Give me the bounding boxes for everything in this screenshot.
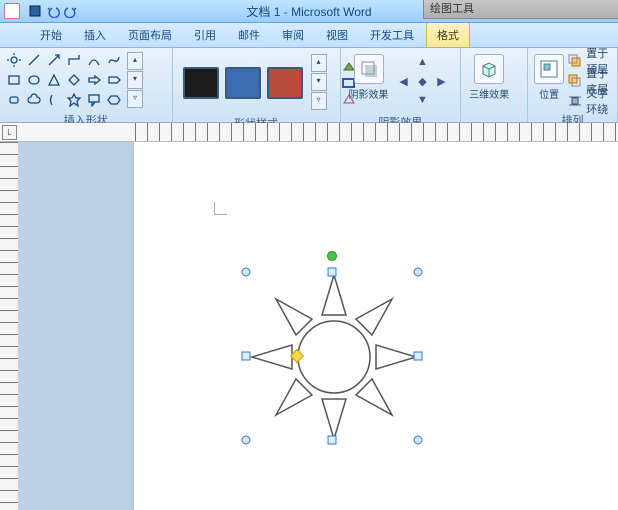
ribbon: ▴ ▾ ▿ 插入形状 ▴ ▾ ▿ <box>0 48 618 123</box>
tab-page-layout[interactable]: 页面布局 <box>118 23 182 47</box>
text-wrap-icon <box>568 94 582 108</box>
app-name: Microsoft Word <box>291 5 371 19</box>
selection-handle-e[interactable] <box>414 352 423 361</box>
undo-icon[interactable] <box>46 4 60 18</box>
style-swatch-blue[interactable] <box>225 67 261 99</box>
shape-star-icon[interactable] <box>66 92 82 108</box>
tab-home[interactable]: 开始 <box>30 23 72 47</box>
selection-handle-nw[interactable] <box>242 268 251 277</box>
selection-handle-n[interactable] <box>328 268 337 277</box>
group-arrange: 位置 置于顶层 置于底层 文字环绕 排列 <box>528 48 618 122</box>
style-swatch-black[interactable] <box>183 67 219 99</box>
position-icon <box>534 54 564 84</box>
ribbon-context-tab-label: 绘图工具 <box>423 0 618 19</box>
rotation-handle[interactable] <box>327 251 337 261</box>
shape-gallery[interactable]: ▴ ▾ ▿ <box>6 52 143 110</box>
shape-triangle-icon[interactable] <box>46 72 62 88</box>
selection-handle-s[interactable] <box>328 436 337 445</box>
tab-mailings[interactable]: 邮件 <box>228 23 270 47</box>
shape-freeform-icon[interactable] <box>106 52 122 68</box>
shape-line-icon[interactable] <box>26 52 42 68</box>
shape-sun-icon[interactable] <box>6 52 22 68</box>
group-shadow-effects: 阴影效果 ▲ ◀ ◆ ▶ ▼ 阴影效果 <box>341 48 462 122</box>
nudge-shadow-down-icon[interactable]: ▼ <box>414 94 432 112</box>
nudge-shadow-left-icon[interactable]: ◀ <box>395 75 413 93</box>
doc-name: 文档 1 <box>246 5 280 19</box>
shape-sun[interactable] <box>234 257 434 457</box>
shape-arrow-icon[interactable] <box>46 52 62 68</box>
shadow-toggle-icon[interactable]: ◆ <box>414 75 432 93</box>
bring-front-icon <box>568 54 582 68</box>
gallery-scroll-up-icon[interactable]: ▴ <box>127 52 143 70</box>
gallery-expand-icon[interactable]: ▿ <box>127 90 143 108</box>
ruler-vertical[interactable] <box>0 142 19 510</box>
shape-curve-icon[interactable] <box>86 52 102 68</box>
shape-elbow-icon[interactable] <box>66 52 82 68</box>
ruler-horizontal[interactable]: L <box>0 123 618 142</box>
send-back-icon <box>568 74 582 88</box>
shape-rect-icon[interactable] <box>6 72 22 88</box>
shadow-icon <box>354 54 384 84</box>
shape-pentagon-icon[interactable] <box>106 72 122 88</box>
shape-hexagon-icon[interactable] <box>106 92 122 108</box>
shape-flowchart-icon[interactable] <box>6 92 22 108</box>
tab-view[interactable]: 视图 <box>316 23 358 47</box>
shape-diamond-icon[interactable] <box>66 72 82 88</box>
styles-expand-icon[interactable]: ▿ <box>311 92 327 110</box>
shape-bracket-icon[interactable] <box>46 92 62 108</box>
text-wrap-button[interactable]: 文字环绕 <box>568 92 611 110</box>
tab-insert[interactable]: 插入 <box>74 23 116 47</box>
gallery-scroll-down-icon[interactable]: ▾ <box>127 71 143 89</box>
style-swatch-red[interactable] <box>267 67 303 99</box>
shape-ellipse-icon[interactable] <box>26 72 42 88</box>
group-3d-effects: 三维效果 <box>461 48 528 122</box>
shape-cloud-icon[interactable] <box>26 92 42 108</box>
document-area <box>0 142 618 510</box>
selection-handle-sw[interactable] <box>242 436 251 445</box>
document-stage[interactable] <box>19 142 618 510</box>
tab-format[interactable]: 格式 <box>426 22 470 47</box>
tab-references[interactable]: 引用 <box>184 23 226 47</box>
selection-handle-ne[interactable] <box>414 268 423 277</box>
title-bar: 文档 1 - Microsoft Word 绘图工具 <box>0 0 618 23</box>
nudge-shadow-up-icon[interactable]: ▲ <box>414 56 432 74</box>
ribbon-tabs: 开始 插入 页面布局 引用 邮件 审阅 视图 开发工具 格式 <box>0 23 618 48</box>
styles-scroll-down-icon[interactable]: ▾ <box>311 73 327 91</box>
styles-scroll-up-icon[interactable]: ▴ <box>311 54 327 72</box>
group-insert-shapes: ▴ ▾ ▿ 插入形状 <box>0 48 173 122</box>
save-icon[interactable] <box>28 4 42 18</box>
tab-selector-icon[interactable]: L <box>2 125 17 140</box>
tab-review[interactable]: 审阅 <box>272 23 314 47</box>
three-d-effects-button[interactable]: 三维效果 <box>467 52 511 106</box>
position-button[interactable]: 位置 <box>534 52 564 110</box>
margin-corner-tl-icon <box>214 202 227 215</box>
nudge-shadow-right-icon[interactable]: ▶ <box>433 75 451 93</box>
selection-handle-se[interactable] <box>414 436 423 445</box>
shape-callout-icon[interactable] <box>86 92 102 108</box>
selection-handle-w[interactable] <box>242 352 251 361</box>
cube-icon <box>474 54 504 84</box>
shadow-effects-button[interactable]: 阴影效果 <box>347 52 391 112</box>
group-shape-styles: ▴ ▾ ▿ 形状样式 <box>173 48 341 122</box>
tab-developer[interactable]: 开发工具 <box>360 23 424 47</box>
office-button-icon[interactable] <box>4 3 20 19</box>
document-page[interactable] <box>134 142 618 510</box>
quick-access-toolbar <box>28 4 78 18</box>
redo-icon[interactable] <box>64 4 78 18</box>
shape-rightarrow-icon[interactable] <box>86 72 102 88</box>
